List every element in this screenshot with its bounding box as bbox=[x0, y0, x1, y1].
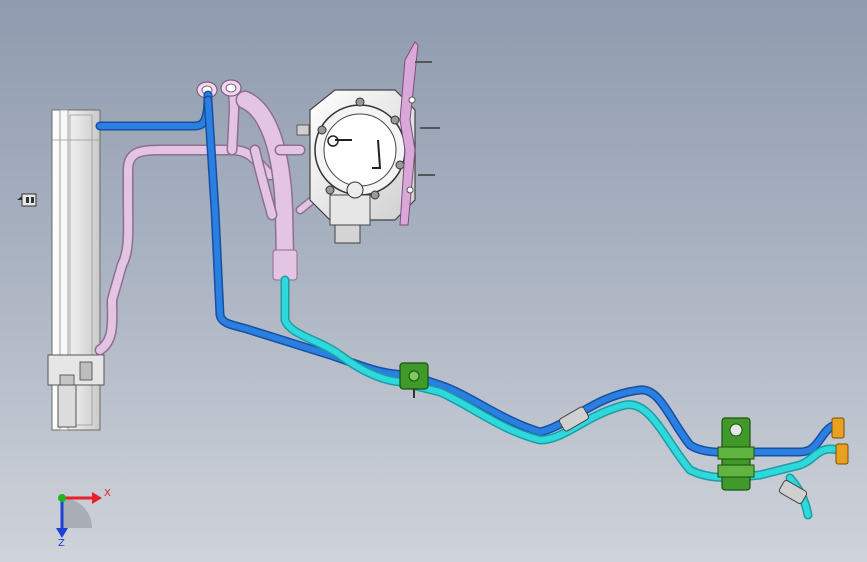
triad-quadrant bbox=[62, 498, 92, 528]
connector-icon[interactable] bbox=[17, 193, 37, 207]
y-axis-point bbox=[58, 494, 66, 502]
assembly-scene[interactable]: X Z bbox=[0, 0, 867, 562]
hose-clamp-green-2[interactable] bbox=[717, 417, 755, 491]
cap-icon[interactable] bbox=[831, 417, 849, 465]
coordinate-triad: X Z bbox=[56, 488, 111, 549]
z-axis-arrowhead bbox=[56, 528, 68, 538]
cyan-hose[interactable] bbox=[280, 275, 843, 520]
x-axis-label: X bbox=[104, 488, 111, 499]
z-axis-label: Z bbox=[58, 538, 65, 549]
hose-clamp-green-1[interactable] bbox=[399, 362, 429, 398]
cad-viewport[interactable]: X Z bbox=[0, 0, 867, 562]
blue-hose[interactable] bbox=[95, 90, 840, 457]
radiator-icon[interactable] bbox=[47, 109, 105, 431]
pump-icon[interactable] bbox=[296, 89, 416, 244]
x-axis-arrowhead bbox=[92, 492, 102, 504]
bracket-icon[interactable] bbox=[399, 41, 440, 226]
